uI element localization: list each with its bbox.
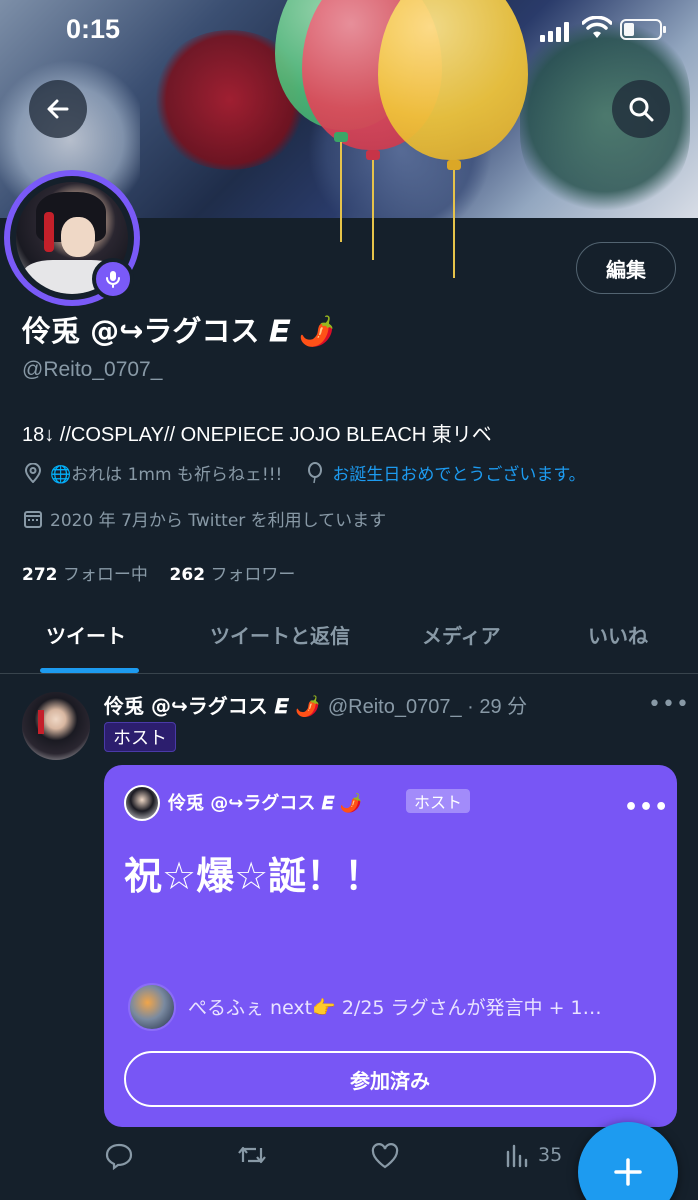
- reply-button[interactable]: [104, 1142, 134, 1170]
- tab-tweets-replies[interactable]: ツイートと返信: [210, 620, 350, 649]
- active-tab-indicator: [40, 668, 139, 673]
- tweet-handle-time: @Reito_0707_ · 29 分: [327, 696, 528, 718]
- tab-media[interactable]: メディア: [422, 620, 501, 649]
- birthday-link[interactable]: お誕生日おめでとうございます。: [332, 460, 585, 485]
- battery-icon: [620, 19, 666, 40]
- space-more-options-icon[interactable]: •••: [624, 795, 669, 820]
- location-text: 🌐おれは 1mm も祈らねェ!!!: [50, 465, 283, 485]
- space-joined-button[interactable]: 参加済み: [124, 1051, 656, 1107]
- back-button[interactable]: [29, 80, 87, 138]
- views-count: 35: [538, 1144, 563, 1166]
- profile-display-name: 伶兎 @↪ラグコス 𝑬 🌶️: [22, 314, 335, 348]
- space-title: 祝☆爆☆誕！！: [124, 854, 383, 898]
- space-listener-text: ぺるふぇ next👉 2/25 ラグさんが発言中 + 1…: [188, 997, 602, 1019]
- profile-meta-location: 🌐おれは 1mm も祈らねェ!!! お誕生日おめでとうございます。: [22, 460, 586, 485]
- location-pin-icon: [22, 462, 44, 484]
- tab-tweets[interactable]: ツイート: [46, 620, 126, 649]
- space-host-name: 伶兎 @↪ラグコス 𝑬 🌶️: [168, 793, 363, 814]
- search-button[interactable]: [612, 80, 670, 138]
- tweet-header: 伶兎 @↪ラグコス 𝑬 🌶️ @Reito_0707_ · 29 分: [104, 690, 527, 719]
- space-listener-avatar: [128, 983, 176, 1031]
- tweet-avatar[interactable]: [22, 692, 90, 760]
- retweet-icon: [238, 1146, 266, 1164]
- space-host-avatar: [124, 785, 160, 821]
- followers-link[interactable]: 262 フォロワー: [170, 565, 296, 585]
- views-button[interactable]: 35: [504, 1142, 562, 1168]
- profile-meta-joined: 2020 年 7月から Twitter を利用しています: [22, 506, 386, 531]
- cellular-signal-icon: [540, 20, 574, 42]
- profile-bio: 18↓ //COSPLAY// ONEPIECE JOJO BLEACH 東リベ: [22, 424, 492, 446]
- back-arrow-icon: [47, 99, 69, 119]
- edit-profile-button[interactable]: 編集: [576, 242, 676, 294]
- plus-icon: [614, 1158, 642, 1186]
- space-host-tag: ホスト: [406, 789, 471, 813]
- search-icon: [629, 97, 654, 122]
- calendar-icon: [22, 508, 44, 530]
- compose-tweet-button[interactable]: [578, 1122, 678, 1200]
- analytics-icon: [506, 1144, 528, 1168]
- heart-icon: [371, 1143, 399, 1169]
- spaces-live-badge[interactable]: [92, 258, 134, 300]
- microphone-icon: [106, 271, 120, 288]
- birthday-balloon-icon: [304, 461, 326, 484]
- status-bar: 0:15: [0, 0, 698, 60]
- status-time: 0:15: [66, 14, 121, 44]
- profile-tabs: ツイート ツイートと返信 メディア いいね: [0, 600, 698, 674]
- profile-handle: @Reito_0707_: [22, 358, 163, 381]
- like-button[interactable]: [370, 1142, 400, 1170]
- space-card[interactable]: 伶兎 @↪ラグコス 𝑬 🌶️ ホスト ••• 祝☆爆☆誕！！ ぺるふぇ next…: [104, 765, 677, 1127]
- joined-text: 2020 年 7月から Twitter を利用しています: [50, 511, 387, 531]
- retweet-button[interactable]: [236, 1142, 268, 1168]
- tweet-more-options-icon[interactable]: •••: [648, 692, 690, 717]
- wifi-icon: [581, 15, 613, 42]
- tab-likes[interactable]: いいね: [588, 620, 648, 649]
- following-link[interactable]: 272 フォロー中: [22, 565, 148, 585]
- tweet-author-name[interactable]: 伶兎 @↪ラグコス 𝑬 🌶️: [104, 690, 320, 719]
- follow-stats: 272 フォロー中 262 フォロワー: [22, 560, 295, 585]
- tweet-host-tag: ホスト: [104, 722, 176, 752]
- reply-icon: [105, 1143, 133, 1170]
